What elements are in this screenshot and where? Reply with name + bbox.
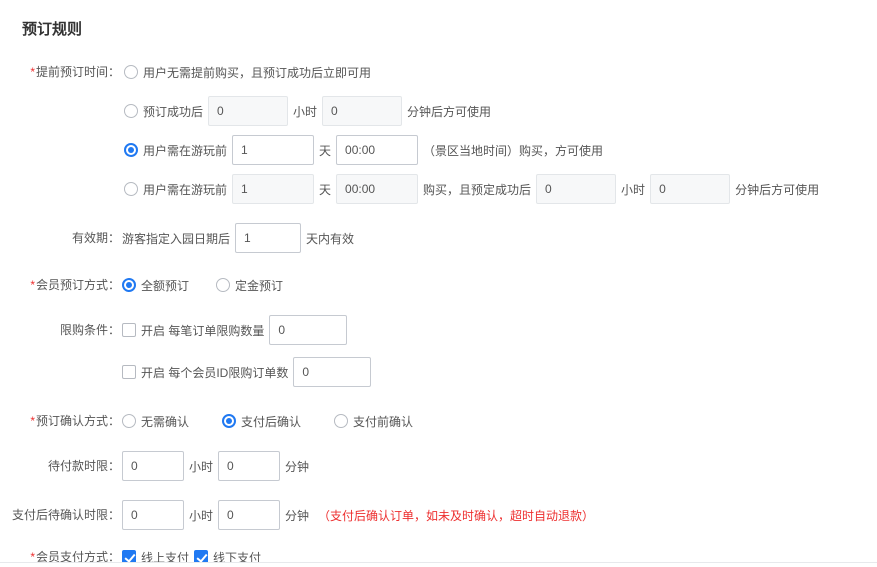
radio-deposit[interactable]: [216, 278, 230, 292]
unit-text: 小时: [189, 458, 213, 475]
purchase-limit-row: 限购条件： 开启 每笔订单限购数量: [0, 315, 877, 345]
option-text: 全额预订: [141, 277, 189, 294]
pending-payment-label: 待付款时限：: [0, 451, 120, 481]
required-mark: *: [30, 414, 35, 428]
confirm-mode-row: *预订确认方式： 无需确认 支付后确认 支付前确认: [0, 406, 877, 436]
validity-row: 有效期： 游客指定入园日期后 天内有效: [0, 223, 877, 253]
after-success-minutes-input: [322, 96, 402, 126]
option-text: 无需确认: [141, 413, 189, 430]
radio-full-payment[interactable]: [122, 278, 136, 292]
before-play-days-input[interactable]: [232, 135, 314, 165]
confirm-timeout-label: 支付后待确认时限：: [0, 500, 120, 530]
field-label-text: 提前预订时间：: [36, 65, 120, 79]
validity-label: 有效期：: [0, 223, 120, 253]
bottom-divider: [0, 562, 877, 563]
offline-payment-checkbox[interactable]: [194, 550, 208, 562]
page-title: 预订规则: [0, 0, 877, 39]
option-text: 支付前确认: [353, 413, 413, 430]
option-after-success: 预订成功后 小时 分钟后方可使用: [124, 96, 819, 126]
radio-before-play-delay[interactable]: [124, 182, 138, 196]
delay-hours-input: [536, 174, 616, 204]
radio-confirm-before-pay[interactable]: [334, 414, 348, 428]
confirm-mode-options: 无需确认 支付后确认 支付前确认: [122, 406, 413, 436]
unit-text: 分钟: [285, 458, 309, 475]
pending-payment-row: 待付款时限： 小时 分钟: [0, 451, 877, 481]
member-booking-mode-row: *会员预订方式： 全额预订 定金预订: [0, 270, 877, 300]
timeout-warning-note: （支付后确认订单，如未及时确认，超时自动退款）: [318, 507, 594, 524]
advance-booking-time-label: *提前预订时间：: [0, 57, 120, 87]
validity-content: 游客指定入园日期后 天内有效: [122, 223, 354, 253]
option-text: 定金预订: [235, 277, 283, 294]
option-text: 预订成功后: [143, 103, 203, 120]
option-text: 购买，且预定成功后: [423, 181, 531, 198]
validity-text: 游客指定入园日期后: [122, 230, 230, 247]
after-success-hours-input: [208, 96, 288, 126]
advance-booking-time-row: *提前预订时间： 用户无需提前购买，且预订成功后立即可用 预订成功后 小时 分钟…: [0, 57, 877, 204]
advance-booking-options: 用户无需提前购买，且预订成功后立即可用 预订成功后 小时 分钟后方可使用 用户需…: [122, 57, 819, 204]
option-text: 用户无需提前购买，且预订成功后立即可用: [143, 64, 371, 81]
unit-text: 小时: [621, 181, 645, 198]
delay-minutes-input: [650, 174, 730, 204]
option-before-play: 用户需在游玩前 天 （景区当地时间）购买，方可使用: [124, 135, 819, 165]
purchase-limit-row-2: 开启 每个会员ID限购订单数: [0, 357, 877, 387]
per-order-limit: 开启 每笔订单限购数量: [122, 315, 347, 345]
timeout-minutes-input[interactable]: [218, 500, 280, 530]
validity-days-input[interactable]: [235, 223, 301, 253]
content-area: 预订规则 *提前预订时间： 用户无需提前购买，且预订成功后立即可用 预订成功后 …: [0, 0, 877, 562]
member-booking-mode-label: *会员预订方式：: [0, 270, 120, 300]
unit-text: 小时: [293, 103, 317, 120]
option-text: 用户需在游玩前: [143, 181, 227, 198]
required-mark: *: [30, 65, 35, 79]
confirm-mode-label: *预订确认方式：: [0, 406, 120, 436]
before-play-time-input[interactable]: [336, 135, 418, 165]
per-order-limit-text: 开启 每笔订单限购数量: [141, 322, 264, 339]
option-text: 用户需在游玩前: [143, 142, 227, 159]
delay-days-input: [232, 174, 314, 204]
timeout-hours-input[interactable]: [122, 500, 184, 530]
option-text: 线上支付: [141, 549, 189, 563]
unit-text: 分钟: [285, 507, 309, 524]
required-mark: *: [30, 550, 35, 562]
pending-payment-content: 小时 分钟: [122, 451, 309, 481]
payment-method-label: *会员支付方式：: [0, 542, 120, 562]
option-text: 分钟后方可使用: [735, 181, 819, 198]
per-member-qty-input[interactable]: [293, 357, 371, 387]
field-label-text: 预订确认方式：: [36, 414, 120, 428]
validity-unit-text: 天内有效: [306, 230, 354, 247]
unit-text: 天: [319, 181, 331, 198]
radio-before-play[interactable]: [124, 143, 138, 157]
payment-method-row: *会员支付方式： 线上支付 线下支付: [0, 542, 877, 562]
purchase-limit-label: 限购条件：: [0, 315, 120, 345]
option-no-advance: 用户无需提前购买，且预订成功后立即可用: [124, 57, 819, 87]
member-booking-options: 全额预订 定金预订: [122, 270, 283, 300]
booking-rules-page: 预订规则 *提前预订时间： 用户无需提前购买，且预订成功后立即可用 预订成功后 …: [0, 0, 877, 567]
payment-method-options: 线上支付 线下支付: [122, 542, 261, 562]
per-member-limit-text: 开启 每个会员ID限购订单数: [141, 364, 288, 381]
pending-hours-input[interactable]: [122, 451, 184, 481]
field-label-text: 会员支付方式：: [36, 550, 120, 562]
per-member-limit: 开启 每个会员ID限购订单数: [122, 357, 371, 387]
unit-text: 小时: [189, 507, 213, 524]
radio-no-confirm[interactable]: [122, 414, 136, 428]
radio-no-advance[interactable]: [124, 65, 138, 79]
per-member-limit-checkbox[interactable]: [122, 365, 136, 379]
option-text: 线下支付: [213, 549, 261, 563]
delay-time-input: [336, 174, 418, 204]
option-text: 分钟后方可使用: [407, 103, 491, 120]
confirm-timeout-row: 支付后待确认时限： 小时 分钟 （支付后确认订单，如未及时确认，超时自动退款）: [0, 500, 877, 530]
radio-confirm-after-pay[interactable]: [222, 414, 236, 428]
unit-text: 天: [319, 142, 331, 159]
field-label-text: 会员预订方式：: [36, 278, 120, 292]
required-mark: *: [30, 278, 35, 292]
option-text: 支付后确认: [241, 413, 301, 430]
per-order-limit-checkbox[interactable]: [122, 323, 136, 337]
online-payment-checkbox[interactable]: [122, 550, 136, 562]
option-before-play-delay: 用户需在游玩前 天 购买，且预定成功后 小时 分钟后方可使用: [124, 174, 819, 204]
confirm-timeout-content: 小时 分钟 （支付后确认订单，如未及时确认，超时自动退款）: [122, 500, 594, 530]
pending-minutes-input[interactable]: [218, 451, 280, 481]
per-order-qty-input[interactable]: [269, 315, 347, 345]
booking-rules-form: *提前预订时间： 用户无需提前购买，且预订成功后立即可用 预订成功后 小时 分钟…: [0, 57, 877, 562]
option-text: （景区当地时间）购买，方可使用: [423, 142, 603, 159]
radio-after-success[interactable]: [124, 104, 138, 118]
